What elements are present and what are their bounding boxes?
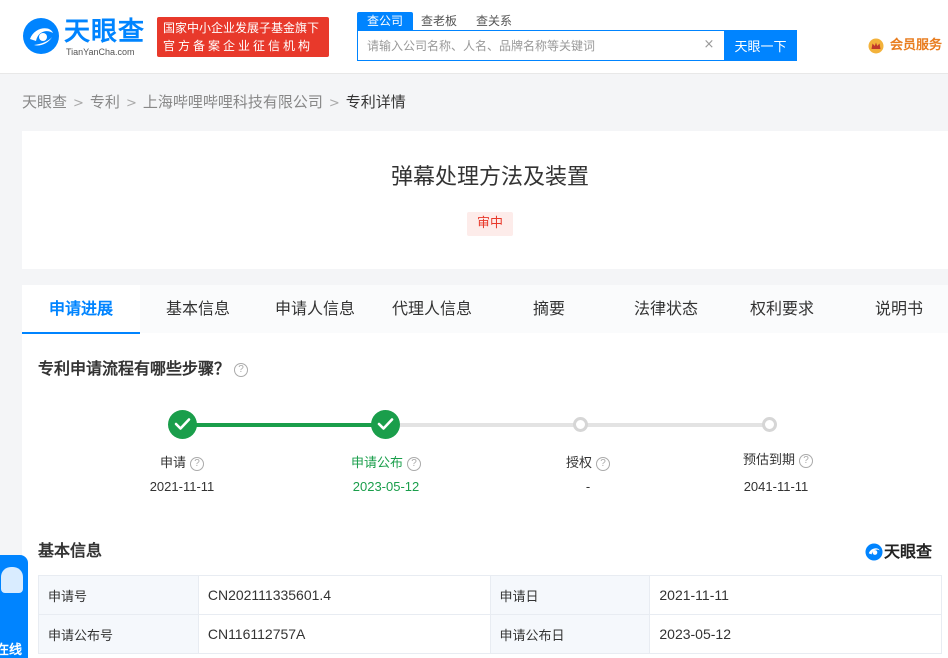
search-button[interactable]: 天眼一下 bbox=[724, 30, 797, 61]
breadcrumb: 天眼查 > 专利 > 上海哔哩哔哩科技有限公司 > 专利详情 bbox=[22, 92, 406, 112]
table-value: CN116112757A bbox=[197, 614, 491, 654]
customer-service-icon bbox=[1, 567, 23, 593]
search-input[interactable] bbox=[358, 31, 724, 60]
check-icon bbox=[174, 418, 191, 430]
crown-icon bbox=[868, 38, 884, 54]
table-row: 申请号 CN202111335601.4 申请日 2021-11-11 bbox=[38, 575, 942, 615]
tab-claims[interactable]: 权利要求 bbox=[724, 285, 840, 333]
online-service-label: 在线 bbox=[0, 643, 23, 658]
help-icon[interactable]: ? bbox=[190, 456, 204, 471]
step-label-grant: 授权? bbox=[518, 455, 658, 473]
check-icon bbox=[377, 418, 394, 430]
chevron-right-icon: > bbox=[73, 96, 84, 111]
gov-badge-line1: 国家中小企业发展子基金旗下 bbox=[163, 21, 320, 35]
step-node-publish bbox=[371, 410, 400, 439]
step-date-apply: 2021-11-11 bbox=[149, 479, 215, 494]
search-tab-relation[interactable]: 查关系 bbox=[476, 12, 512, 30]
table-key: 申请公布号 bbox=[38, 614, 199, 654]
tab-legal-status[interactable]: 法律状态 bbox=[608, 285, 724, 333]
logo-text: 天眼查 bbox=[64, 17, 146, 47]
step-date-expire: 2041-11-11 bbox=[743, 479, 809, 494]
table-value: 2023-05-12 bbox=[649, 614, 942, 654]
patent-title-card: 弹幕处理方法及装置 审中 bbox=[22, 131, 948, 269]
vip-service-label: 会员服务 bbox=[890, 38, 943, 53]
basic-info-table: 申请号 CN202111335601.4 申请日 2021-11-11 申请公布… bbox=[38, 575, 942, 654]
step-label-text: 预估到期 bbox=[742, 453, 795, 468]
tab-agent[interactable]: 代理人信息 bbox=[374, 285, 490, 333]
gov-badge: 国家中小企业发展子基金旗下 官方备案企业征信机构 bbox=[157, 17, 329, 57]
table-value: CN202111335601.4 bbox=[197, 575, 491, 615]
table-key: 申请公布日 bbox=[489, 614, 651, 654]
site-logo[interactable]: 天眼查 TianYanCha.com bbox=[22, 17, 150, 57]
step-label-text: 授权 bbox=[565, 456, 592, 471]
step-date-grant: - bbox=[585, 479, 591, 494]
patent-title: 弹幕处理方法及装置 bbox=[390, 165, 589, 190]
progress-heading-text: 专利申请流程有哪些步骤？ bbox=[38, 359, 231, 378]
tianyancha-logo-icon bbox=[865, 543, 883, 561]
help-icon[interactable]: ? bbox=[596, 456, 610, 471]
help-icon[interactable]: ? bbox=[407, 456, 421, 471]
progress-steps: 申请? 申请公布? 授权? 预估到期? 2021-11-11 2023-05-1… bbox=[22, 405, 948, 495]
online-service-widget[interactable]: 在线 bbox=[0, 555, 28, 658]
status-badge: 审中 bbox=[467, 212, 513, 236]
tab-applicant[interactable]: 申请人信息 bbox=[256, 285, 374, 333]
help-icon[interactable]: ? bbox=[234, 362, 249, 377]
table-key: 申请号 bbox=[38, 575, 199, 615]
step-date-publish: 2023-05-12 bbox=[352, 479, 420, 494]
breadcrumb-patent[interactable]: 专利 bbox=[90, 93, 120, 111]
step-label-text: 申请 bbox=[159, 456, 186, 471]
step-label-text: 申请公布 bbox=[350, 456, 403, 471]
table-value: 2021-11-11 bbox=[649, 575, 942, 615]
breadcrumb-company[interactable]: 上海哔哩哔哩科技有限公司 bbox=[143, 93, 323, 111]
step-node-expire bbox=[762, 417, 777, 432]
top-header: 天眼查 TianYanCha.com 国家中小企业发展子基金旗下 官方备案企业征… bbox=[0, 0, 948, 74]
table-row: 申请公布号 CN116112757A 申请公布日 2023-05-12 bbox=[38, 614, 942, 654]
help-icon[interactable]: ? bbox=[799, 453, 813, 468]
basic-info-heading: 基本信息 bbox=[38, 541, 103, 560]
breadcrumb-home[interactable]: 天眼查 bbox=[22, 93, 67, 111]
step-label-expire: 预估到期? bbox=[708, 452, 848, 470]
clear-icon[interactable]: × bbox=[702, 38, 716, 52]
breadcrumb-current: 专利详情 bbox=[345, 93, 406, 111]
step-node-apply bbox=[168, 410, 197, 439]
watermark-text: 天眼查 bbox=[884, 542, 933, 561]
step-node-grant bbox=[573, 417, 588, 432]
chevron-right-icon: > bbox=[125, 96, 137, 111]
detail-tabs: 申请进展 基本信息 申请人信息 代理人信息 摘要 法律状态 权利要求 说明书 bbox=[22, 285, 948, 334]
search-tab-boss[interactable]: 查老板 bbox=[421, 12, 457, 30]
tab-progress[interactable]: 申请进展 bbox=[22, 285, 140, 334]
tab-basic-info[interactable]: 基本信息 bbox=[140, 285, 256, 333]
step-label-publish: 申请公布? bbox=[316, 455, 456, 473]
progress-heading: 专利申请流程有哪些步骤？? bbox=[38, 359, 249, 379]
tab-description[interactable]: 说明书 bbox=[840, 285, 948, 333]
table-key: 申请日 bbox=[489, 575, 651, 615]
search-tab-company[interactable]: 查公司 bbox=[357, 12, 414, 30]
tianyancha-logo-icon bbox=[23, 18, 59, 54]
patent-detail-card: 申请进展 基本信息 申请人信息 代理人信息 摘要 法律状态 权利要求 说明书 专… bbox=[22, 285, 948, 658]
tab-abstract[interactable]: 摘要 bbox=[490, 285, 608, 333]
chevron-right-icon: > bbox=[328, 96, 340, 111]
progress-line-done bbox=[182, 423, 386, 427]
logo-domain: TianYanCha.com bbox=[66, 47, 135, 57]
step-label-apply: 申请? bbox=[112, 455, 252, 473]
gov-badge-line2: 官方备案企业征信机构 bbox=[163, 39, 314, 53]
search-box: × 天眼一下 bbox=[357, 30, 797, 61]
